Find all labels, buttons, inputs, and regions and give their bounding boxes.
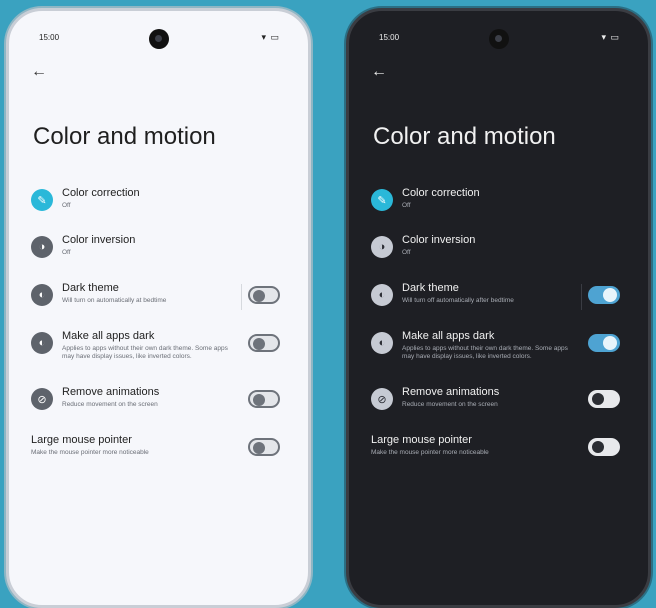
item-label: Dark theme (402, 282, 459, 294)
phone-light: 15:00 ▾ ▭ ← Color and motion ✎ Color cor… (6, 8, 311, 608)
wifi-battery-icon: ▾ ▭ (601, 32, 620, 42)
item-label: Dark theme (62, 282, 119, 294)
dark-theme-icon: ◐ (371, 284, 393, 306)
large-mouse-pointer-toggle[interactable] (588, 438, 620, 456)
item-summary: Applies to apps without their own dark t… (402, 345, 568, 360)
wifi-battery-icon: ▾ ▭ (261, 32, 280, 42)
item-summary: Reduce movement on the screen (62, 401, 158, 408)
remove-animations-item[interactable]: ⊘ Remove animations Reduce movement on t… (371, 386, 630, 426)
phone-dark: 15:00 ▾ ▭ ← Color and motion ✎ Color cor… (346, 8, 651, 608)
item-summary: Reduce movement on the screen (402, 401, 498, 408)
item-label: Remove animations (402, 386, 500, 398)
item-label: Large mouse pointer (371, 434, 472, 446)
item-summary: Will turn on automatically at bedtime (62, 297, 167, 304)
large-mouse-pointer-item[interactable]: Large mouse pointer Make the mouse point… (31, 434, 290, 474)
remove-animations-icon: ⊘ (31, 388, 53, 410)
divider (581, 284, 582, 310)
large-mouse-pointer-toggle[interactable] (248, 438, 280, 456)
item-summary: Make the mouse pointer more noticeable (31, 449, 149, 456)
item-summary: Will turn off automatically after bedtim… (402, 297, 514, 304)
item-label: Color inversion (62, 234, 136, 246)
remove-animations-toggle[interactable] (248, 390, 280, 408)
dark-theme-icon: ◐ (31, 284, 53, 306)
make-apps-dark-item[interactable]: ◐ Make all apps dark Applies to apps wit… (371, 330, 630, 370)
item-summary: Off (402, 249, 411, 256)
color-inversion-icon: ◑ (31, 236, 53, 258)
item-label: Color inversion (402, 234, 476, 246)
make-apps-dark-icon: ◐ (371, 332, 393, 354)
item-summary: Make the mouse pointer more noticeable (371, 449, 489, 456)
item-label: Color correction (62, 187, 140, 199)
item-summary: Applies to apps without their own dark t… (62, 345, 228, 360)
color-inversion-item[interactable]: ◑ Color inversion Off (31, 234, 290, 274)
item-label: Color correction (402, 187, 480, 199)
item-label: Remove animations (62, 386, 160, 398)
status-time: 15:00 (39, 33, 60, 42)
page-title: Color and motion (373, 123, 556, 150)
remove-animations-icon: ⊘ (371, 388, 393, 410)
dark-theme-item[interactable]: ◐ Dark theme Will turn on automatically … (31, 282, 290, 322)
remove-animations-toggle[interactable] (588, 390, 620, 408)
make-apps-dark-item[interactable]: ◐ Make all apps dark Applies to apps wit… (31, 330, 290, 370)
make-apps-dark-icon: ◐ (31, 332, 53, 354)
item-label: Make all apps dark (62, 330, 155, 342)
back-arrow-icon[interactable]: ← (31, 63, 47, 81)
page-title: Color and motion (33, 123, 216, 150)
color-correction-icon: ✎ (371, 189, 393, 211)
color-correction-icon: ✎ (31, 189, 53, 211)
camera-cutout (148, 29, 169, 49)
item-label: Large mouse pointer (31, 434, 132, 446)
color-correction-item[interactable]: ✎ Color correction Off (371, 187, 630, 227)
item-summary: Off (402, 202, 411, 209)
item-summary: Off (62, 202, 71, 209)
item-summary: Off (62, 249, 71, 256)
item-label: Make all apps dark (402, 330, 495, 342)
color-inversion-icon: ◑ (371, 236, 393, 258)
dark-theme-toggle[interactable] (588, 286, 620, 304)
remove-animations-item[interactable]: ⊘ Remove animations Reduce movement on t… (31, 386, 290, 426)
camera-cutout (488, 29, 509, 49)
status-time: 15:00 (379, 33, 400, 42)
color-correction-item[interactable]: ✎ Color correction Off (31, 187, 290, 227)
dark-theme-item[interactable]: ◐ Dark theme Will turn off automatically… (371, 282, 630, 322)
dark-theme-toggle[interactable] (248, 286, 280, 304)
large-mouse-pointer-item[interactable]: Large mouse pointer Make the mouse point… (371, 434, 630, 474)
make-apps-dark-toggle[interactable] (248, 334, 280, 352)
divider (241, 284, 242, 310)
color-inversion-item[interactable]: ◑ Color inversion Off (371, 234, 630, 274)
back-arrow-icon[interactable]: ← (371, 63, 387, 81)
make-apps-dark-toggle[interactable] (588, 334, 620, 352)
